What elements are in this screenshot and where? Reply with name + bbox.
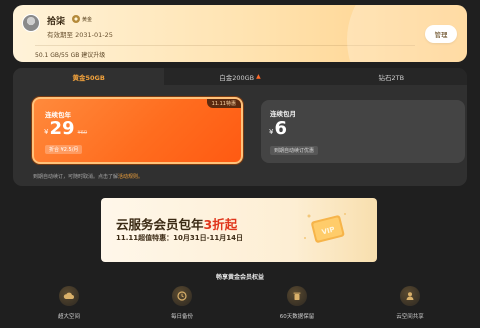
tab-diamond-label: 钻石2TB bbox=[378, 73, 405, 82]
tab-platinum-label: 白金200GB bbox=[219, 73, 255, 82]
plan-note-text: 到期自动续订，可随时取消。点击了解 bbox=[33, 174, 119, 180]
share-user-icon bbox=[400, 286, 420, 306]
price-row: ¥ 6 bbox=[269, 119, 287, 139]
benefit-retention[interactable]: 60天数据保留 bbox=[267, 286, 327, 320]
cloud-icon bbox=[59, 286, 79, 306]
member-card: 拾柒 黄金 有效期至 2031-01-25 50.1 GB/55 GB 建议升级… bbox=[13, 5, 467, 62]
rules-link[interactable]: 活动规则。 bbox=[118, 174, 143, 180]
banner-title-highlight: 3折起 bbox=[203, 217, 238, 232]
avatar[interactable] bbox=[22, 14, 40, 32]
auto-renew-chip: 到期自动续订优惠 bbox=[270, 146, 319, 155]
plan-tabs: 黄金50GB 白金200GB ▲ 钻石2TB bbox=[13, 68, 467, 85]
tab-gold[interactable]: 黄金50GB bbox=[13, 68, 165, 85]
price-row: ¥ 29 ¥60 bbox=[44, 119, 87, 139]
vip-ticket-icon: VIP bbox=[304, 213, 346, 243]
promo-tag: 11.11特惠 bbox=[206, 99, 241, 108]
backup-clock-icon bbox=[172, 286, 192, 306]
benefits-title: 畅享黄金会员权益 bbox=[215, 274, 264, 281]
benefit-share[interactable]: 云空间共享 bbox=[380, 286, 440, 320]
storage-usage[interactable]: 50.1 GB/55 GB 建议升级 bbox=[35, 50, 105, 59]
tab-gold-label: 黄金50GB bbox=[72, 73, 105, 82]
banner-subtitle: 11.11超值特惠：10月31日-11月14日 bbox=[116, 234, 244, 242]
vip-badge-label: 黄金 bbox=[82, 16, 93, 23]
promo-banner[interactable]: 云服务会员包年3折起 11.11超值特惠：10月31日-11月14日 VIP bbox=[101, 198, 377, 262]
plan-note: 到期自动续订，可随时取消。点击了解活动规则。 bbox=[33, 173, 143, 180]
manage-button[interactable]: 管理 bbox=[425, 25, 457, 43]
price: 29 bbox=[49, 118, 75, 139]
banner-title-prefix: 云服务会员包年 bbox=[116, 217, 204, 232]
user-name: 拾柒 bbox=[47, 17, 66, 27]
fire-icon: ▲ bbox=[256, 73, 261, 80]
benefit-backup[interactable]: 每日备份 bbox=[152, 286, 212, 320]
expire-date: 有效期至 2031-01-25 bbox=[47, 31, 113, 39]
tab-platinum[interactable]: 白金200GB ▲ bbox=[164, 68, 316, 85]
banner-title: 云服务会员包年3折起 bbox=[116, 214, 237, 233]
original-price: ¥60 bbox=[77, 130, 88, 136]
vip-medal-icon bbox=[72, 15, 80, 23]
benefit-label: 60天数据保留 bbox=[279, 314, 315, 320]
plan-panel: 黄金50GB 白金200GB ▲ 钻石2TB 11.11特惠 连续包年 ¥ 29… bbox=[13, 68, 467, 186]
benefit-label: 每日备份 bbox=[170, 314, 193, 320]
vip-badge: 黄金 bbox=[72, 15, 92, 23]
plan-card-yearly[interactable]: 11.11特惠 连续包年 ¥ 29 ¥60 折合 ¥2.5/月 bbox=[32, 97, 243, 164]
monthly-equivalent-chip: 折合 ¥2.5/月 bbox=[45, 145, 83, 154]
tab-diamond[interactable]: 钻石2TB bbox=[315, 68, 467, 85]
currency-symbol: ¥ bbox=[44, 128, 49, 136]
price: 6 bbox=[274, 118, 287, 139]
benefit-storage[interactable]: 超大空间 bbox=[39, 286, 99, 320]
benefit-label: 云空间共享 bbox=[396, 314, 424, 320]
trash-restore-icon bbox=[287, 286, 307, 306]
benefit-label: 超大空间 bbox=[57, 314, 80, 320]
plan-title: 连续包月 bbox=[270, 110, 296, 118]
currency-symbol: ¥ bbox=[269, 128, 274, 136]
divider bbox=[35, 45, 415, 46]
plan-card-monthly[interactable]: 连续包月 ¥ 6 到期自动续订优惠 bbox=[261, 100, 465, 163]
